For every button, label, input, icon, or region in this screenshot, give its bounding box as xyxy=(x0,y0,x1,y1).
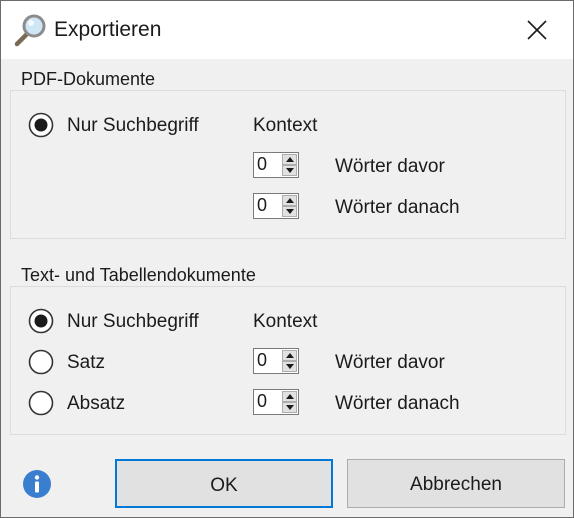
text-words-before-label: Wörter davor xyxy=(335,352,445,373)
info-icon xyxy=(22,469,52,499)
text-words-after-label: Wörter danach xyxy=(335,393,460,414)
spin-up-button[interactable] xyxy=(282,391,297,402)
text-radio-sentence[interactable] xyxy=(28,349,54,375)
spin-down-button[interactable] xyxy=(282,165,297,176)
text-context-label: Kontext xyxy=(253,311,318,332)
arrow-down-icon xyxy=(286,209,294,214)
text-words-before-spinner[interactable]: 0 xyxy=(253,348,299,374)
close-icon xyxy=(527,20,547,40)
arrow-down-icon xyxy=(286,168,294,173)
text-radio-search-term[interactable] xyxy=(28,308,54,334)
arrow-up-icon xyxy=(286,198,294,203)
text-radio-sentence-label[interactable]: Satz xyxy=(67,352,105,374)
spin-up-button[interactable] xyxy=(282,350,297,361)
title-bar: Exportieren xyxy=(1,1,573,59)
spin-up-button[interactable] xyxy=(282,154,297,165)
text-radio-search-term-label[interactable]: Nur Suchbegriff xyxy=(67,311,199,333)
pdf-words-before-spinner[interactable]: 0 xyxy=(253,152,299,178)
ok-button[interactable]: OK xyxy=(115,459,333,508)
text-words-after-value[interactable]: 0 xyxy=(257,391,267,412)
spin-down-button[interactable] xyxy=(282,402,297,413)
spin-up-button[interactable] xyxy=(282,195,297,206)
spin-down-button[interactable] xyxy=(282,361,297,372)
pdf-group-title: PDF-Dokumente xyxy=(21,69,156,89)
pdf-words-after-label: Wörter danach xyxy=(335,197,460,218)
export-dialog: Exportieren PDF-Dokumente Nur Suchbegrif… xyxy=(0,0,574,518)
magnifier-icon xyxy=(14,13,48,47)
arrow-down-icon xyxy=(286,405,294,410)
pdf-radio-search-term-label[interactable]: Nur Suchbegriff xyxy=(67,115,199,137)
pdf-words-before-label: Wörter davor xyxy=(335,156,445,177)
close-button[interactable] xyxy=(517,11,557,49)
text-words-after-spinner[interactable]: 0 xyxy=(253,389,299,415)
spin-down-button[interactable] xyxy=(282,206,297,217)
text-group-title: Text- und Tabellendokumente xyxy=(21,265,256,285)
arrow-down-icon xyxy=(286,364,294,369)
arrow-up-icon xyxy=(286,353,294,358)
pdf-words-after-spinner[interactable]: 0 xyxy=(253,193,299,219)
text-radio-paragraph-label[interactable]: Absatz xyxy=(67,393,125,415)
pdf-radio-search-term[interactable] xyxy=(28,112,54,138)
arrow-up-icon xyxy=(286,394,294,399)
pdf-words-before-value[interactable]: 0 xyxy=(257,154,267,175)
cancel-button[interactable]: Abbrechen xyxy=(347,459,565,508)
text-words-before-value[interactable]: 0 xyxy=(257,350,267,371)
arrow-up-icon xyxy=(286,157,294,162)
dialog-title: Exportieren xyxy=(54,18,162,41)
text-radio-paragraph[interactable] xyxy=(28,390,54,416)
pdf-context-label: Kontext xyxy=(253,115,318,136)
pdf-words-after-value[interactable]: 0 xyxy=(257,195,267,216)
